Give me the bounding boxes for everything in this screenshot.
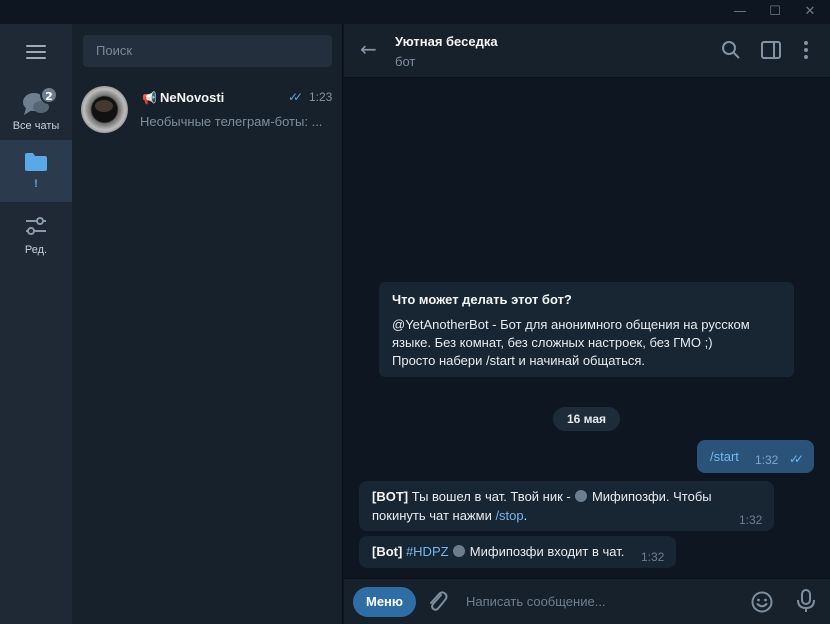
message-time: 1:32 xyxy=(739,513,763,527)
message-text: Мифипозфи. Чтобы xyxy=(588,489,712,504)
bot-info-title: Что может делать этот бот? xyxy=(392,292,572,307)
search-icon[interactable] xyxy=(720,39,742,61)
bot-menu-button[interactable]: Меню xyxy=(353,587,416,617)
outgoing-message[interactable]: /start 1:32 ✓✓ xyxy=(697,440,814,473)
unread-badge: 2 xyxy=(40,86,58,104)
emoji-icon[interactable] xyxy=(750,590,774,614)
folder-edit[interactable]: Ред. xyxy=(0,208,72,268)
title-bar: — ☐ ✕ xyxy=(0,0,830,24)
read-ticks-icon: ✓✓ xyxy=(789,452,804,466)
speaking-head-emoji-icon xyxy=(575,490,588,502)
message-text: . xyxy=(523,508,528,523)
message-time: 1:32 xyxy=(755,453,779,467)
main-menu-icon[interactable] xyxy=(26,45,46,59)
chat-name: NeNovosti xyxy=(160,90,225,105)
conversation-panel: ← Уютная беседка бот Что может делать эт… xyxy=(344,24,830,624)
chat-list-item[interactable]: 📢 NeNovosti ✓✓ 1:23 Необычные телеграм-б… xyxy=(72,80,342,140)
chat-preview: Необычные телеграм-боты: ... xyxy=(140,114,323,129)
more-options-icon[interactable] xyxy=(795,39,817,61)
paperclip-icon[interactable] xyxy=(426,588,448,614)
speaking-head-emoji-icon xyxy=(453,545,466,557)
conversation-title[interactable]: Уютная беседка xyxy=(395,34,498,49)
sidebar-toggle-icon[interactable] xyxy=(760,39,782,61)
close-window-button[interactable]: ✕ xyxy=(795,0,825,24)
read-ticks-icon: ✓✓ xyxy=(288,90,303,104)
stop-command-link[interactable]: /stop xyxy=(495,508,523,523)
message-text: Ты вошел в чат. Твой ник - xyxy=(408,489,575,504)
sender-prefix: [Bot] xyxy=(372,544,403,559)
folder-edit-label: Ред. xyxy=(24,244,48,256)
folder-all-chats[interactable]: 2 Все чаты xyxy=(0,84,72,144)
folder-icon xyxy=(25,153,47,171)
message-composer: Меню Написать сообщение... xyxy=(344,578,830,624)
hashtag-link[interactable]: #HDPZ xyxy=(402,544,449,559)
microphone-icon[interactable] xyxy=(794,588,818,614)
incoming-message[interactable]: [Bot] #HDPZ Мифипозфи входит в чат. 1:32 xyxy=(359,536,676,568)
folder-all-chats-label: Все чаты xyxy=(12,120,60,132)
folder-custom[interactable]: ! xyxy=(0,140,72,202)
date-separator: 16 мая xyxy=(553,407,620,431)
sliders-icon xyxy=(26,217,46,235)
channel-megaphone-icon: 📢 xyxy=(142,91,157,105)
search-input[interactable]: Поиск xyxy=(83,35,332,67)
chat-list-panel: Поиск 📢 NeNovosti ✓✓ 1:23 Необычные теле… xyxy=(72,24,343,624)
folders-rail: 2 Все чаты ! Ред. xyxy=(0,24,72,624)
conversation-header: ← Уютная беседка бот xyxy=(344,24,830,78)
maximize-button[interactable]: ☐ xyxy=(760,0,790,24)
message-text: покинуть чат нажми xyxy=(372,508,496,523)
message-input[interactable]: Написать сообщение... xyxy=(466,587,736,617)
bot-info-card: Что может делать этот бот? @YetAnotherBo… xyxy=(379,282,794,377)
bot-info-body: @YetAnotherBot - Бот для анонимного обще… xyxy=(392,317,750,368)
incoming-message[interactable]: [BOT] Ты вошел в чат. Твой ник - Мифипоз… xyxy=(359,481,774,531)
message-time: 1:32 xyxy=(641,550,665,564)
minimize-button[interactable]: — xyxy=(725,0,755,24)
conversation-subtitle: бот xyxy=(395,54,416,69)
avatar xyxy=(81,86,128,133)
chat-time: 1:23 xyxy=(309,90,333,104)
sender-prefix: [BOT] xyxy=(372,489,409,504)
outgoing-message-text[interactable]: /start xyxy=(710,449,739,464)
folder-custom-label: ! xyxy=(34,178,38,190)
back-arrow-icon[interactable]: ← xyxy=(360,37,377,61)
message-text: Мифипозфи входит в чат. xyxy=(466,544,625,559)
